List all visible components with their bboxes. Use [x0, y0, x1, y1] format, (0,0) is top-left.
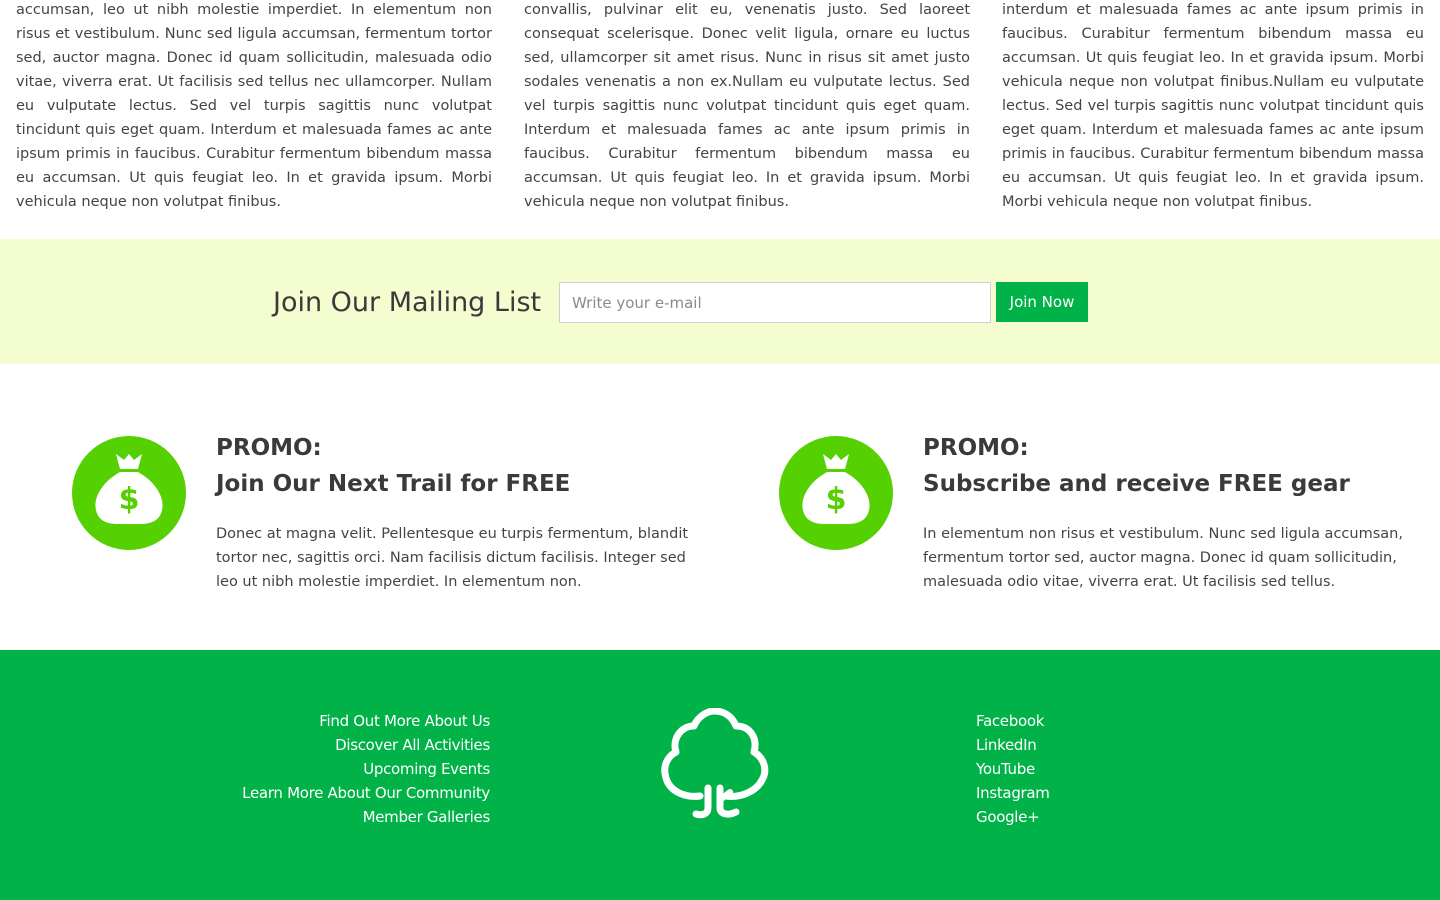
footer-link-item: Google+ [976, 805, 1050, 829]
footer-link-activities[interactable]: Discover All Activities [335, 736, 490, 754]
article-text-2: Donec at magna velit. Pellentesque eu tu… [524, 2, 970, 210]
footer-link-facebook[interactable]: Facebook [976, 712, 1044, 730]
promo-title: Subscribe and receive FREE gear [923, 471, 1350, 497]
promo-content: PROMO: Join Our Next Trail for FREE Done… [216, 430, 696, 594]
promo-label: PROMO: [216, 435, 322, 461]
footer-link-item: YouTube [976, 757, 1050, 781]
footer-link-community[interactable]: Learn More About Our Community [242, 784, 490, 802]
footer-nav-links: Find Out More About Us Discover All Acti… [242, 709, 490, 829]
tree-icon [661, 708, 769, 819]
footer-link-events[interactable]: Upcoming Events [363, 760, 490, 778]
footer-link-item: Learn More About Our Community [242, 781, 490, 805]
svg-text:$: $ [119, 482, 140, 517]
join-now-button[interactable]: Join Now [996, 282, 1088, 322]
footer-link-instagram[interactable]: Instagram [976, 784, 1050, 802]
footer-link-galleries[interactable]: Member Galleries [363, 808, 491, 826]
promo-description: Donec at magna velit. Pellentesque eu tu… [216, 526, 689, 590]
footer-link-item: Discover All Activities [242, 733, 490, 757]
footer-link-linkedin[interactable]: LinkedIn [976, 736, 1037, 754]
promo-card-gear: $ PROMO: Subscribe and receive FREE gear… [779, 430, 1419, 600]
promo-card-trail: $ PROMO: Join Our Next Trail for FREE Do… [72, 430, 692, 600]
money-bag-icon: $ [72, 436, 186, 550]
footer-link-youtube[interactable]: YouTube [976, 760, 1035, 778]
promo-description: In elementum non risus et vestibulum. Nu… [923, 526, 1403, 590]
footer-link-item: LinkedIn [976, 733, 1050, 757]
footer-link-item: Instagram [976, 781, 1050, 805]
site-footer: Find Out More About Us Discover All Acti… [0, 650, 1440, 900]
promo-content: PROMO: Subscribe and receive FREE gear I… [923, 430, 1403, 594]
footer-link-item: Facebook [976, 709, 1050, 733]
article-text-3: Nunc sed ligula accumsan, fermentum tort… [1002, 2, 1424, 210]
footer-link-item: Member Galleries [242, 805, 491, 829]
article-text-1: In elementum non risus et vestibulum. Nu… [16, 2, 492, 210]
money-bag-icon: $ [779, 436, 893, 550]
svg-text:$: $ [826, 482, 847, 517]
footer-link-item: Find Out More About Us [242, 709, 490, 733]
mailing-list-section: Join Our Mailing List Join Now [0, 239, 1440, 364]
footer-social-links: Facebook LinkedIn YouTube Instagram Goog… [976, 709, 1050, 829]
footer-link-item: Upcoming Events [242, 757, 490, 781]
footer-link-about[interactable]: Find Out More About Us [319, 712, 490, 730]
mailing-list-title: Join Our Mailing List [273, 287, 542, 318]
email-input[interactable] [559, 282, 991, 323]
article-columns: In elementum non risus et vestibulum. Nu… [0, 0, 1440, 239]
promo-title: Join Our Next Trail for FREE [216, 471, 571, 497]
footer-link-googleplus[interactable]: Google+ [976, 808, 1040, 826]
promo-label: PROMO: [923, 435, 1029, 461]
